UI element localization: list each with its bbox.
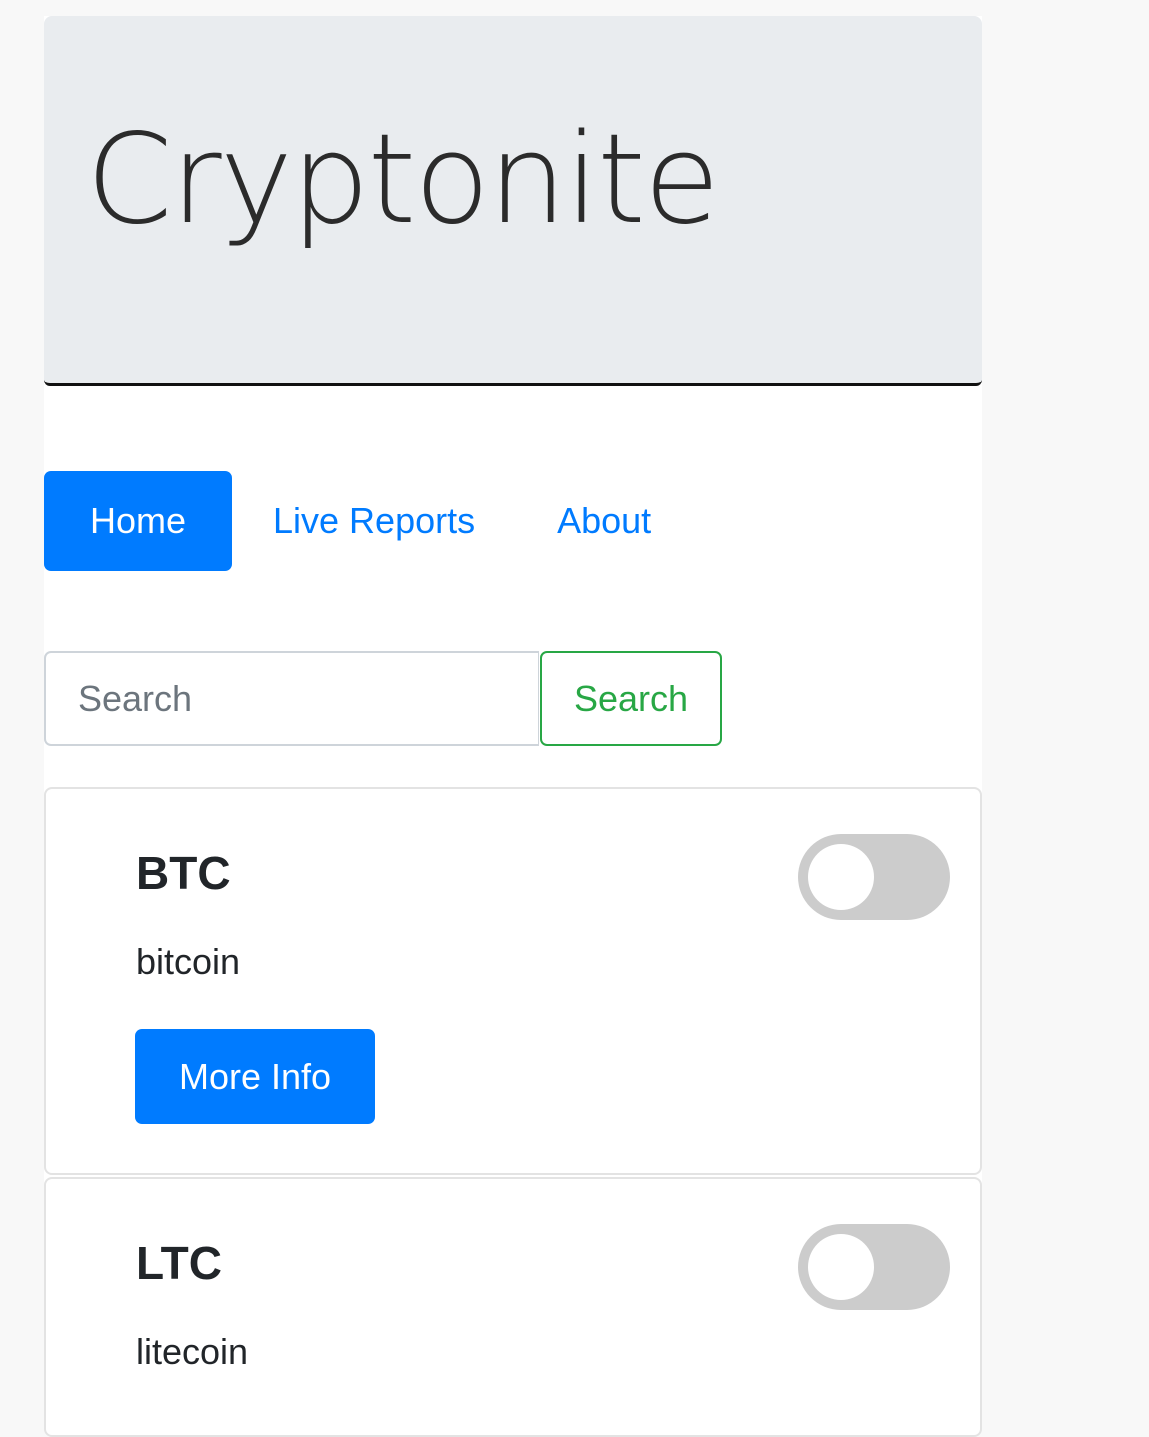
coin-name: litecoin — [136, 1331, 249, 1372]
coin-symbol: BTC — [136, 847, 231, 899]
main-nav: Home Live Reports About — [44, 471, 651, 571]
coin-toggle-switch[interactable] — [798, 834, 950, 920]
site-title: Cryptonite — [86, 108, 720, 252]
coin-symbol: LTC — [136, 1237, 223, 1289]
search-button[interactable]: Search — [540, 651, 722, 746]
top-spacer — [44, 0, 982, 16]
page-container: Cryptonite Home Live Reports About Searc… — [44, 0, 982, 1437]
nav-live-reports[interactable]: Live Reports — [273, 471, 475, 571]
coin-name: bitcoin — [136, 941, 241, 982]
jumbotron-header: Cryptonite — [44, 16, 982, 386]
more-info-button[interactable]: More Info — [135, 1029, 375, 1124]
search-input[interactable] — [44, 651, 539, 746]
nav-home[interactable]: Home — [44, 471, 232, 571]
coin-card-btc: BTC bitcoin More Info — [44, 787, 982, 1175]
nav-about[interactable]: About — [557, 471, 651, 571]
coin-card-ltc: LTC litecoin — [44, 1177, 982, 1437]
coin-toggle-switch[interactable] — [798, 1224, 950, 1310]
toggle-knob — [808, 844, 874, 910]
toggle-knob — [808, 1234, 874, 1300]
